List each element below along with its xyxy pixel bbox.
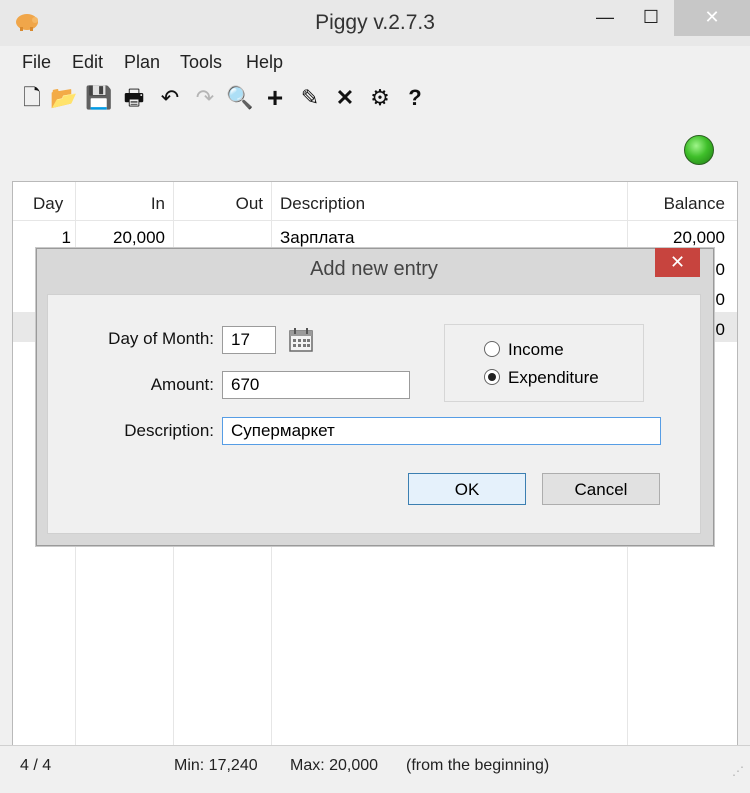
table-cell-in: 20,000 xyxy=(113,228,165,247)
close-window-button[interactable]: ✕ xyxy=(674,0,750,36)
amount-label: Amount: xyxy=(150,375,214,394)
edit-icon[interactable]: ✎ xyxy=(296,84,324,112)
search-icon[interactable]: 🔍 xyxy=(226,84,254,112)
help-icon[interactable]: ? xyxy=(401,84,429,112)
close-icon: ✕ xyxy=(669,252,686,272)
menu-help[interactable]: Help xyxy=(246,52,283,73)
save-icon[interactable]: 💾 xyxy=(85,84,113,112)
menu-plan[interactable]: Plan xyxy=(124,52,160,73)
print-icon[interactable]: 🖶 xyxy=(120,84,148,112)
description-input[interactable]: Супермаркет xyxy=(222,417,661,445)
min-balance: Min: 17,240 xyxy=(174,757,258,774)
close-icon: ✕ xyxy=(704,7,720,27)
day-of-month-label: Day of Month: xyxy=(108,329,214,348)
ok-button[interactable]: OK xyxy=(408,473,526,505)
column-header-out[interactable]: Out xyxy=(183,182,263,220)
add-icon[interactable]: + xyxy=(261,84,289,112)
maximize-button[interactable]: ☐ xyxy=(628,0,674,36)
day-of-month-input[interactable]: 17 xyxy=(222,326,276,354)
column-header-day[interactable]: Day xyxy=(33,182,63,220)
column-header-description[interactable]: Description xyxy=(280,182,365,220)
menu-bar xyxy=(0,46,750,78)
amount-input[interactable]: 670 xyxy=(222,371,410,399)
calendar-icon[interactable] xyxy=(288,327,314,353)
dialog-title: Add new entry xyxy=(310,258,438,280)
max-balance: Max: 20,000 xyxy=(290,757,379,774)
status-indicator-light xyxy=(684,135,714,165)
new-icon[interactable]: 🗋 xyxy=(18,84,46,112)
expenditure-radio[interactable] xyxy=(484,369,500,385)
resize-grip-icon[interactable]: ⋰ xyxy=(724,765,744,786)
income-label[interactable]: Income xyxy=(508,340,564,360)
redo-icon[interactable]: ↷ xyxy=(191,84,219,112)
range-label: (from the beginning) xyxy=(406,757,550,774)
table-cell-balance: 20,000 xyxy=(673,228,725,247)
open-icon[interactable]: 📂 xyxy=(50,84,78,112)
undo-icon[interactable]: ↶ xyxy=(156,84,184,112)
menu-tools[interactable]: Tools xyxy=(180,52,222,73)
delete-icon[interactable]: ✕ xyxy=(331,84,359,112)
column-header-balance[interactable]: Balance xyxy=(633,182,725,220)
menu-edit[interactable]: Edit xyxy=(72,52,103,73)
column-header-in[interactable]: In xyxy=(85,182,165,220)
table-cell-description: Зарплата xyxy=(280,228,355,247)
dialog-close-button[interactable]: ✕ xyxy=(655,248,700,277)
table-cell-day: 1 xyxy=(61,228,71,247)
settings-icon[interactable]: ⚙ xyxy=(366,84,394,112)
description-label: Description: xyxy=(124,421,214,440)
menu-file[interactable]: File xyxy=(22,52,51,73)
entry-type-group xyxy=(444,324,644,402)
cancel-button[interactable]: Cancel xyxy=(542,473,660,505)
income-radio[interactable] xyxy=(484,341,500,357)
minimize-icon: — xyxy=(596,7,614,27)
maximize-icon: ☐ xyxy=(642,7,660,27)
row-count: 4 / 4 xyxy=(20,757,52,774)
minimize-button[interactable]: — xyxy=(582,0,628,36)
expenditure-label[interactable]: Expenditure xyxy=(508,368,599,388)
